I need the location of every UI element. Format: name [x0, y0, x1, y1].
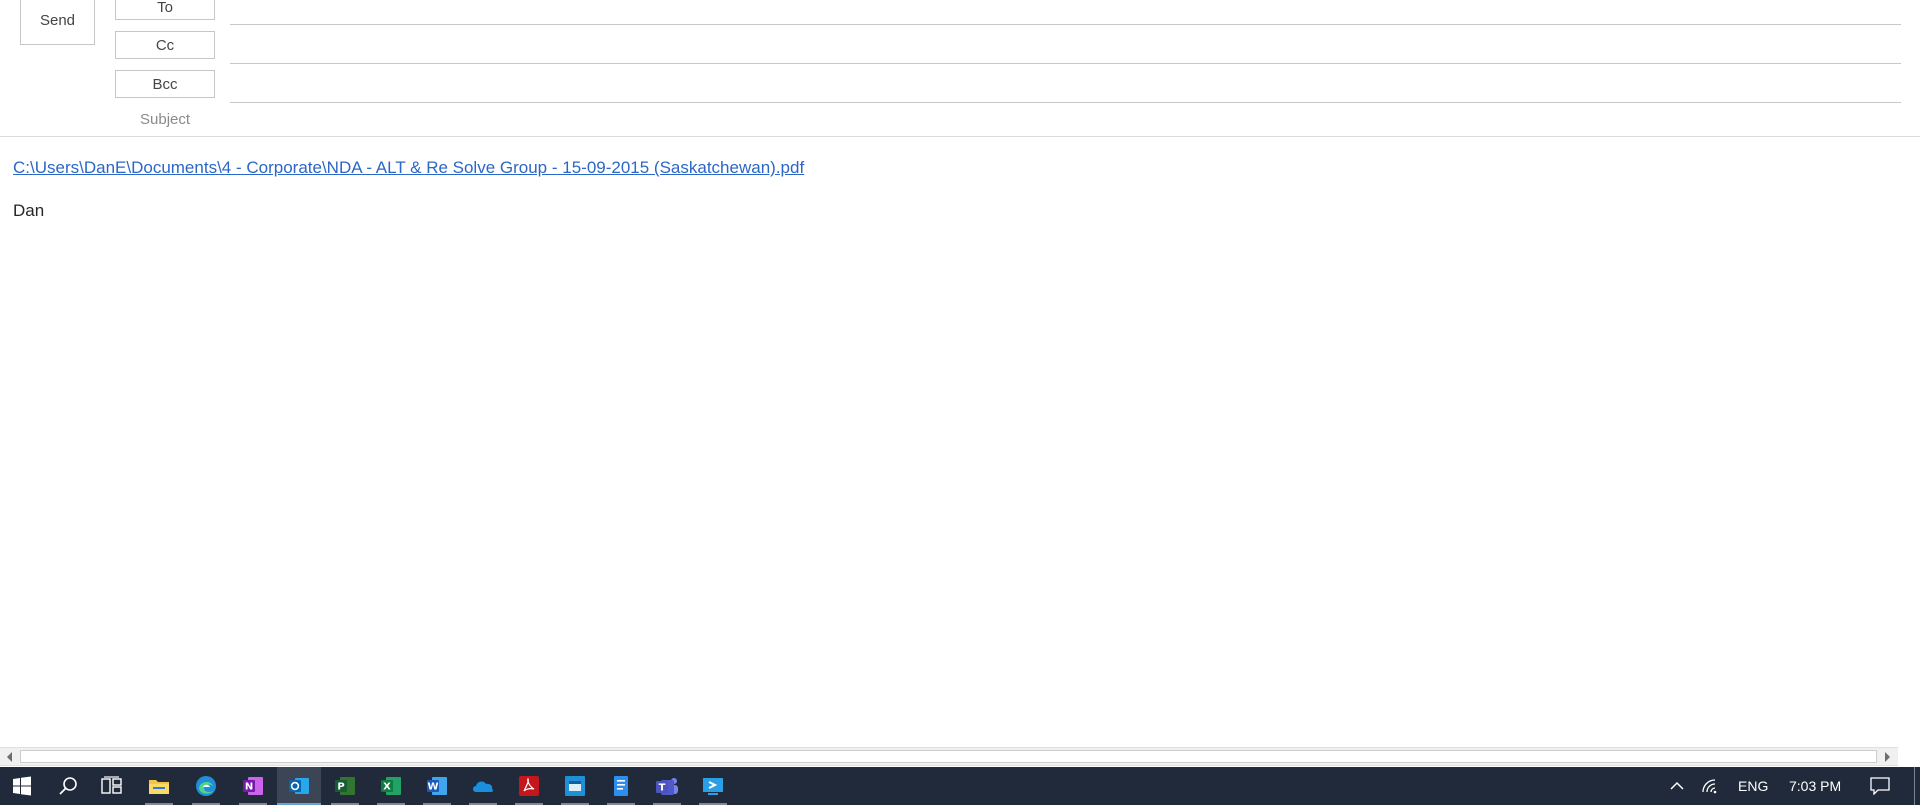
to-button[interactable]: To [115, 0, 215, 20]
to-field-underline [230, 24, 1901, 25]
action-center-icon[interactable] [1861, 767, 1899, 805]
cc-button[interactable]: Cc [115, 31, 215, 59]
outlook-calendar-icon[interactable] [553, 767, 597, 805]
wifi-icon[interactable] [1693, 767, 1727, 805]
signature-text: Dan [13, 201, 45, 220]
scroll-right-arrow-icon[interactable] [1878, 748, 1896, 765]
teams-icon[interactable]: T [645, 767, 689, 805]
cc-field[interactable] [232, 34, 1901, 62]
language-indicator[interactable]: ENG [1738, 767, 1768, 805]
cc-field-underline [230, 63, 1901, 64]
attachment-path-link[interactable]: C:\Users\DanE\Documents\4 - Corporate\ND… [13, 158, 804, 178]
show-hidden-icons-chevron-icon[interactable] [1662, 767, 1692, 805]
svg-text:T: T [659, 783, 666, 794]
onenote-icon[interactable]: N [231, 767, 275, 805]
task-view-icon[interactable] [90, 767, 134, 805]
header-divider [0, 136, 1920, 137]
to-field[interactable] [232, 0, 1901, 23]
scrollbar-thumb[interactable] [20, 750, 1877, 763]
svg-text:N: N [245, 782, 253, 793]
bcc-button[interactable]: Bcc [115, 70, 215, 98]
horizontal-scrollbar[interactable] [0, 747, 1898, 766]
excel-icon[interactable]: X [369, 767, 413, 805]
svg-text:P: P [337, 782, 344, 793]
edge-icon[interactable] [184, 767, 228, 805]
show-desktop-divider[interactable] [1914, 767, 1915, 805]
send-button[interactable]: Send [20, 0, 95, 45]
svg-text:W: W [427, 782, 438, 793]
svg-text:X: X [383, 782, 391, 793]
windows-start-icon[interactable] [0, 767, 44, 805]
taskbar: N P X W T ENG 7:03 PM [0, 767, 1920, 805]
remote-desktop-icon[interactable] [691, 767, 735, 805]
scroll-left-arrow-icon[interactable] [1, 748, 19, 765]
bcc-field[interactable] [232, 74, 1901, 102]
file-explorer-icon[interactable] [137, 767, 181, 805]
notes-icon[interactable] [599, 767, 643, 805]
word-icon[interactable]: W [415, 767, 459, 805]
subject-field[interactable] [232, 108, 1901, 136]
subject-label: Subject [140, 111, 191, 128]
bcc-field-underline [230, 102, 1901, 103]
acrobat-icon[interactable] [507, 767, 551, 805]
clock[interactable]: 7:03 PM [1789, 767, 1841, 805]
search-icon[interactable] [46, 767, 90, 805]
project-icon[interactable]: P [323, 767, 367, 805]
onedrive-icon[interactable] [461, 767, 505, 805]
outlook-icon[interactable] [277, 767, 321, 805]
